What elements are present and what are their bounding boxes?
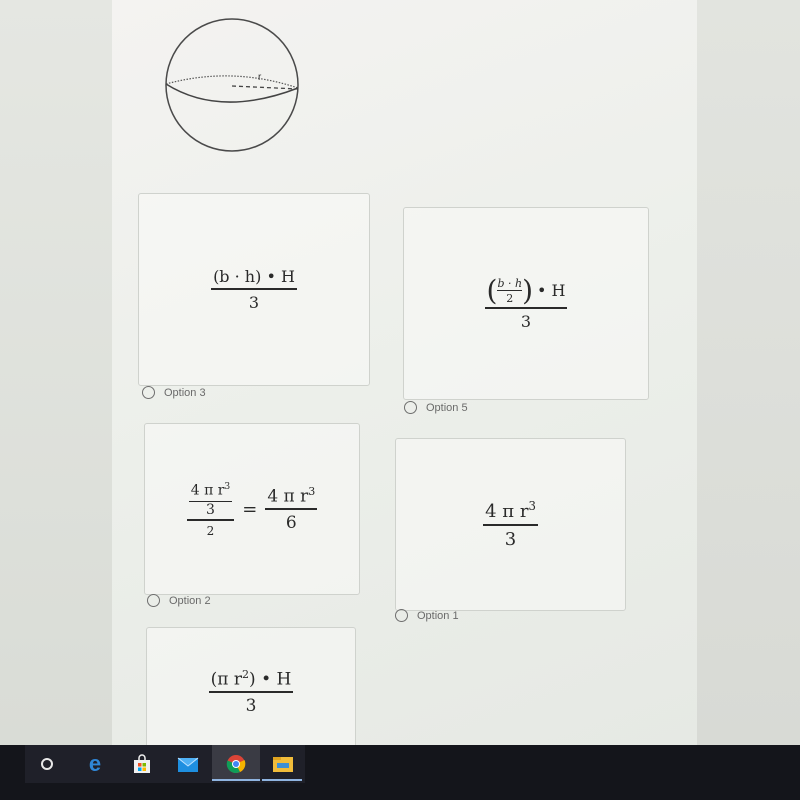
sphere-figure: r [160, 10, 305, 160]
formula-option-3: (b · h) • H 3 [211, 267, 297, 312]
option-1-radio-row[interactable]: Option 1 [395, 609, 459, 622]
cortana-icon[interactable] [36, 753, 58, 775]
right-paren: ) [522, 273, 533, 307]
chrome-open-indicator [212, 779, 260, 781]
inner-numerator: 4 π r3 [189, 482, 233, 501]
inner-denominator: 2 [497, 289, 523, 305]
option-5-card[interactable]: ( b · h 2 ) • H 3 [403, 207, 649, 400]
exponent: 3 [224, 482, 231, 493]
left-paren: ( [486, 273, 498, 307]
taskbar-icons-area [25, 745, 305, 783]
formula-numerator: 4 π r3 3 [187, 480, 235, 519]
option-label: Option 3 [164, 386, 206, 399]
radio-button[interactable] [395, 609, 408, 622]
exponent: 3 [308, 484, 316, 498]
formula-option-5: ( b · h 2 ) • H 3 [484, 273, 568, 331]
formula-denominator: 3 [483, 524, 538, 550]
rhs-numerator-text: 4 π r [267, 486, 309, 507]
formula-option-1: 4 π r3 3 [483, 499, 538, 550]
option-3-card[interactable]: (b · h) • H 3 [138, 193, 370, 386]
inner-fraction: 4 π r3 3 [188, 482, 233, 518]
formula-denominator: 3 [211, 288, 297, 312]
option-1-card[interactable]: 4 π r3 3 [395, 438, 626, 611]
radio-button[interactable] [142, 386, 155, 399]
option-2-radio-row[interactable]: Option 2 [147, 594, 211, 607]
rhs-numerator: 4 π r3 [265, 485, 317, 509]
sphere-outline [165, 18, 299, 152]
left-background [0, 0, 115, 745]
rhs-fraction: 4 π r3 6 [265, 485, 318, 533]
store-icon[interactable] [131, 753, 153, 775]
formula-numerator: (b · h) • H [213, 267, 295, 286]
formula-option-4: (π r2) • H 3 [208, 668, 294, 716]
equals-sign: = [242, 498, 258, 520]
outer-denominator: 2 [186, 519, 235, 538]
lhs-fraction: 4 π r3 3 2 [186, 480, 235, 538]
numerator-pre: (π r [210, 669, 242, 690]
inner-numerator: b · h [497, 276, 523, 290]
formula-tail: • H [537, 281, 566, 300]
inner-numerator-text: 4 π r [190, 483, 225, 499]
inner-fraction: b · h 2 [497, 276, 523, 305]
inner-denominator: 3 [188, 501, 233, 518]
radio-button[interactable] [147, 594, 160, 607]
windows-taskbar: e [0, 745, 800, 800]
radius-label: r [258, 72, 262, 83]
option-label: Option 1 [417, 609, 459, 622]
file-explorer-icon[interactable] [272, 753, 294, 775]
option-4-card[interactable]: (π r2) • H 3 [146, 627, 356, 757]
chrome-icon[interactable] [225, 753, 247, 775]
edge-icon[interactable]: e [84, 751, 106, 776]
numerator-text: 4 π r [485, 501, 529, 522]
formula-numerator: 4 π r3 [483, 499, 538, 524]
right-background [697, 0, 800, 745]
radius-line [231, 85, 299, 90]
formula-option-2: 4 π r3 3 2 = 4 π r3 6 [186, 480, 318, 538]
formula-denominator: 3 [484, 306, 568, 331]
formula-numerator: ( b · h 2 ) • H [485, 273, 568, 307]
mail-icon[interactable] [177, 753, 199, 775]
equator-front [165, 83, 299, 103]
exponent: 3 [528, 499, 536, 513]
exponent: 2 [242, 667, 250, 681]
option-label: Option 2 [169, 594, 211, 607]
option-label: Option 5 [426, 401, 468, 414]
rhs-denominator: 6 [265, 508, 318, 533]
explorer-open-indicator [262, 779, 302, 781]
formula-numerator: (π r2) • H [209, 668, 294, 692]
option-2-card[interactable]: 4 π r3 3 2 = 4 π r3 6 [144, 423, 360, 595]
option-5-radio-row[interactable]: Option 5 [404, 401, 468, 414]
formula-denominator: 3 [208, 691, 294, 716]
numerator-post: ) • H [249, 669, 292, 690]
option-3-radio-row[interactable]: Option 3 [142, 386, 206, 399]
radio-button[interactable] [404, 401, 417, 414]
